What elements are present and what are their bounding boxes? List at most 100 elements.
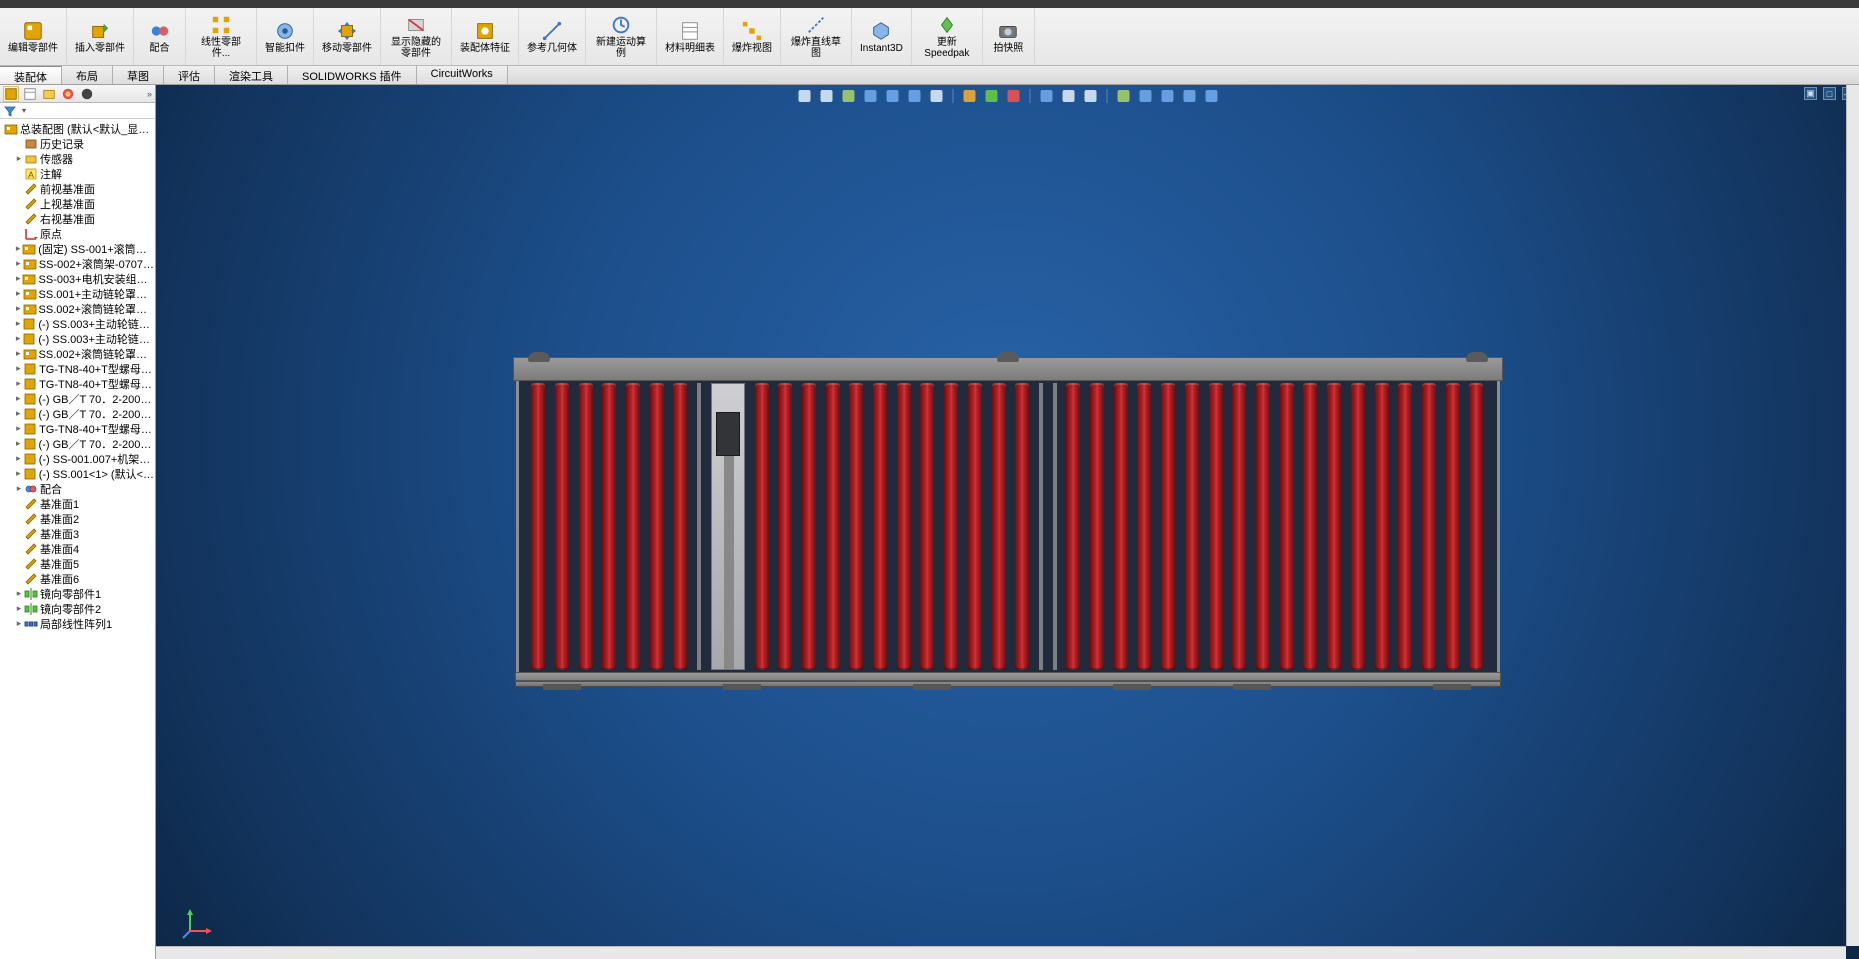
tree-item[interactable]: ▸ (-) SS-001.007+机架铝型材 — [0, 451, 155, 466]
grid-icon[interactable] — [1115, 88, 1131, 104]
tree-item[interactable]: 前视基准面 — [0, 181, 155, 196]
tree-item[interactable]: 上视基准面 — [0, 196, 155, 211]
show-hidden-button[interactable]: 显示隐藏的零部件 — [381, 8, 452, 65]
mate-button[interactable]: 配合 — [134, 8, 186, 65]
tree-expander[interactable]: ▸ — [14, 273, 22, 284]
filter-dropdown-arrow[interactable]: ▾ — [22, 106, 26, 115]
tree-expander[interactable]: ▸ — [14, 483, 24, 494]
appearance-tab[interactable] — [60, 86, 76, 102]
hide-show-icon[interactable] — [928, 88, 944, 104]
property-tab[interactable] — [22, 86, 38, 102]
cmdtab-sw-addins[interactable]: SOLIDWORKS 插件 — [288, 66, 417, 84]
filter-icon[interactable] — [3, 104, 17, 118]
assembly-features-button[interactable]: 装配体特征 — [452, 8, 519, 65]
cmdtab-sketch[interactable]: 草图 — [113, 66, 164, 84]
linear-pattern-button[interactable]: 线性零部件... — [186, 8, 257, 65]
config-tab[interactable] — [41, 86, 57, 102]
tree-item[interactable]: ▸ (-) SS.001<1> (默认<<默认 — [0, 466, 155, 481]
tree-expander[interactable]: ▸ — [14, 153, 24, 164]
tree-expander[interactable]: ▸ — [14, 438, 23, 449]
tree-item[interactable]: ▸ (固定) SS-001+滚筒线01机架 — [0, 241, 155, 256]
reference-geom-button[interactable]: 参考几何体 — [519, 8, 586, 65]
tree-item[interactable]: ▸ (-) GB／T 70．2-2000+内六 — [0, 406, 155, 421]
tree-item[interactable]: ▸ SS-003+电机安装组件-0707 — [0, 271, 155, 286]
zoom-fit-icon[interactable] — [796, 88, 812, 104]
tree-expander[interactable]: ▸ — [14, 423, 23, 434]
rendertools-icon[interactable] — [1060, 88, 1076, 104]
tree-item[interactable]: ▸ 镜向零部件1 — [0, 586, 155, 601]
tree-item[interactable]: 基准面4 — [0, 541, 155, 556]
move-component-button[interactable]: 移动零部件 — [314, 8, 381, 65]
tree-item[interactable]: 历史记录 — [0, 136, 155, 151]
explode-line-button[interactable]: 爆炸直线草图 — [781, 8, 852, 65]
perspective-icon[interactable] — [1082, 88, 1098, 104]
graphics-viewport[interactable]: ▣ □ — — [156, 85, 1859, 959]
layers-icon[interactable] — [1203, 88, 1219, 104]
feature-tree-tab[interactable] — [3, 86, 19, 102]
exploded-view-button[interactable]: 爆炸视图 — [724, 8, 781, 65]
viewport-scrollbar-vertical[interactable] — [1846, 85, 1859, 946]
tree-expander[interactable]: ▸ — [14, 363, 23, 374]
cmdtab-evaluate[interactable]: 评估 — [164, 66, 215, 84]
tree-expander[interactable]: ▸ — [14, 288, 23, 299]
tree-expander[interactable]: ▸ — [14, 333, 22, 344]
tree-expander[interactable]: ▸ — [14, 318, 22, 329]
update-speedpak-button[interactable]: 更新Speedpak — [912, 8, 983, 65]
new-motion-button[interactable]: 新建运动算例 — [586, 8, 657, 65]
tree-expander[interactable]: ▸ — [14, 243, 22, 254]
cmdtab-circuitworks[interactable]: CircuitWorks — [417, 66, 508, 84]
panel-collapse-chevron[interactable]: » — [147, 89, 152, 99]
render-icon[interactable] — [1181, 88, 1197, 104]
tree-item[interactable]: ▸ TG-TN8-40+T型螺母块M8 — [0, 421, 155, 436]
tree-item[interactable]: ▸ SS.001+主动链轮罩板-0707 — [0, 286, 155, 301]
viewport-scrollbar-horizontal[interactable] — [156, 946, 1846, 959]
tree-expander[interactable]: ▸ — [14, 453, 23, 464]
tree-item[interactable]: ▸ SS.002+滚筒链轮罩板-0707 — [0, 301, 155, 316]
insert-component-button[interactable]: 插入零部件 — [67, 8, 134, 65]
tree-expander[interactable]: ▸ — [14, 378, 23, 389]
tree-item[interactable]: 基准面3 — [0, 526, 155, 541]
instant3d-button[interactable]: Instant3D — [852, 8, 912, 65]
tree-expander[interactable]: ▸ — [14, 588, 24, 599]
view-triad-icon[interactable] — [180, 907, 214, 941]
scene-icon[interactable] — [961, 88, 977, 104]
tree-item[interactable]: 右视基准面 — [0, 211, 155, 226]
camera-icon[interactable] — [1159, 88, 1175, 104]
tree-item[interactable]: ▸ TG-TN8-40+T型螺母块M8 — [0, 376, 155, 391]
prev-view-icon[interactable] — [840, 88, 856, 104]
tree-expander[interactable]: ▸ — [14, 258, 23, 269]
tree-expander[interactable]: ▸ — [14, 618, 24, 629]
tree-expander[interactable]: ▸ — [14, 303, 23, 314]
cmdtab-assembly[interactable]: 装配体 — [0, 66, 62, 84]
tree-expander[interactable]: ▸ — [14, 468, 23, 479]
tree-item[interactable]: ▸ SS-002+滚筒架-070707.1< — [0, 256, 155, 271]
tree-expander[interactable]: ▸ — [14, 393, 23, 404]
tree-item[interactable]: 基准面5 — [0, 556, 155, 571]
model-render[interactable] — [513, 357, 1503, 687]
tree-item[interactable]: ▸ SS.002+滚筒链轮罩板-0707 — [0, 346, 155, 361]
dimxpert-tab[interactable] — [79, 86, 95, 102]
tree-item[interactable]: ▸ 局部线性阵列1 — [0, 616, 155, 631]
tree-item[interactable]: 基准面2 — [0, 511, 155, 526]
tree-item[interactable]: 基准面1 — [0, 496, 155, 511]
tree-item[interactable]: 原点 — [0, 226, 155, 241]
cmdtab-layout[interactable]: 布局 — [62, 66, 113, 84]
viewport-maximize-icon[interactable]: □ — [1823, 87, 1836, 100]
tree-expander[interactable]: ▸ — [14, 408, 23, 419]
shadow-icon[interactable] — [1137, 88, 1153, 104]
display-style-icon[interactable] — [906, 88, 922, 104]
tree-expander[interactable]: ▸ — [14, 603, 24, 614]
tree-item[interactable]: ▸ (-) SS.003+主动轮链条-0707 — [0, 331, 155, 346]
tree-item[interactable]: 基准面6 — [0, 571, 155, 586]
decal-icon[interactable] — [1005, 88, 1021, 104]
tree-item[interactable]: 注解 — [0, 166, 155, 181]
view-settings-icon[interactable] — [1038, 88, 1054, 104]
tree-item[interactable]: ▸ (-) GB／T 70．2-2000+内六 — [0, 436, 155, 451]
tree-root[interactable]: 总装配图 (默认<默认_显示状态 — [0, 121, 155, 136]
tree-item[interactable]: ▸ (-) SS.003+主动轮链条-0707 — [0, 316, 155, 331]
smart-fasteners-button[interactable]: 智能扣件 — [257, 8, 314, 65]
bom-button[interactable]: 材料明细表 — [657, 8, 724, 65]
cmdtab-render[interactable]: 渲染工具 — [215, 66, 288, 84]
tree-item[interactable]: ▸ 传感器 — [0, 151, 155, 166]
zoom-area-icon[interactable] — [818, 88, 834, 104]
